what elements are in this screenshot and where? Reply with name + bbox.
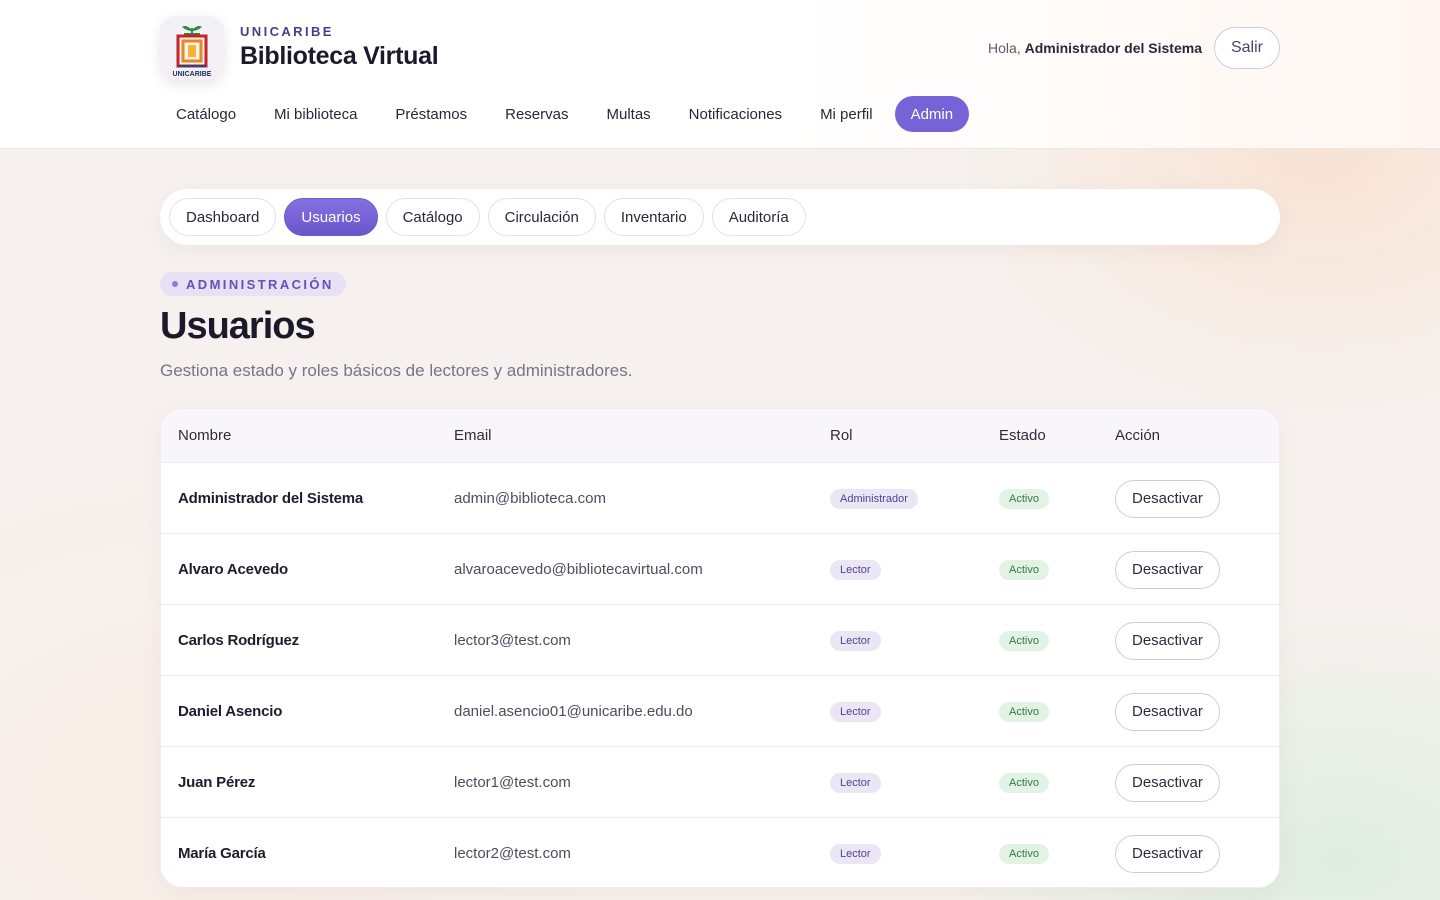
state-cell: Activo	[999, 534, 1049, 605]
deactivate-button[interactable]: Desactivar	[1115, 550, 1220, 589]
book-frame-logo-icon: UNICARIBE	[173, 26, 212, 78]
column-header-estado: Estado	[999, 427, 1046, 444]
action-cell: Desactivar	[1115, 605, 1220, 676]
nav-item-prestamos[interactable]: Préstamos	[379, 96, 483, 132]
column-header-nombre: Nombre	[178, 427, 232, 444]
deactivate-button[interactable]: Desactivar	[1115, 834, 1220, 873]
user-email: daniel.asencio01@unicaribe.edu.do	[454, 703, 693, 720]
eyebrow-label: ADMINISTRACIÓN	[186, 276, 334, 292]
action-cell: Desactivar	[1115, 676, 1220, 747]
user-name: Juan Pérez	[178, 774, 256, 791]
status-badge: Activo	[999, 772, 1049, 793]
role-badge: Administrador	[830, 488, 918, 509]
page-title: Usuarios	[160, 305, 316, 347]
state-cell: Activo	[999, 747, 1049, 818]
deactivate-button[interactable]: Desactivar	[1115, 621, 1220, 660]
action-cell: Desactivar	[1115, 747, 1220, 818]
column-header-email: Email	[454, 427, 492, 444]
tab-auditoria[interactable]: Auditoría	[711, 198, 806, 236]
brand-logo[interactable]: UNICARIBE	[160, 16, 224, 80]
role-cell: Administrador	[830, 463, 918, 534]
deactivate-button[interactable]: Desactivar	[1115, 479, 1220, 518]
table-row: Carlos Rodríguez lector3@test.com Lector…	[161, 605, 1279, 676]
table-row: María García lector2@test.com Lector Act…	[161, 818, 1279, 887]
logout-button[interactable]: Salir	[1214, 27, 1280, 69]
role-badge: Lector	[830, 772, 881, 793]
deactivate-button[interactable]: Desactivar	[1115, 692, 1220, 731]
role-badge: Lector	[830, 701, 881, 722]
role-cell: Lector	[830, 605, 881, 676]
nav-item-notificaciones[interactable]: Notificaciones	[673, 96, 798, 132]
tab-catalogo[interactable]: Catálogo	[385, 198, 480, 236]
role-cell: Lector	[830, 676, 881, 747]
table-header: Nombre Email Rol Estado Acción	[161, 409, 1279, 463]
app-header: UNICARIBE UNICARIBE Biblioteca Virtual H…	[0, 0, 1440, 149]
tab-usuarios[interactable]: Usuarios	[284, 198, 378, 236]
status-badge: Activo	[999, 630, 1049, 651]
nav-item-mi-biblioteca[interactable]: Mi biblioteca	[258, 96, 373, 132]
greeting-prefix: Hola,	[988, 40, 1021, 56]
users-table: Nombre Email Rol Estado Acción Administr…	[160, 408, 1280, 888]
brand-title: Biblioteca Virtual	[240, 42, 439, 70]
action-cell: Desactivar	[1115, 818, 1220, 887]
action-cell: Desactivar	[1115, 534, 1220, 605]
user-email: lector2@test.com	[454, 845, 571, 862]
user-name: Carlos Rodríguez	[178, 632, 299, 649]
status-badge: Activo	[999, 559, 1049, 580]
user-name: Administrador del Sistema	[178, 490, 364, 507]
role-cell: Lector	[830, 534, 881, 605]
role-badge: Lector	[830, 630, 881, 651]
role-cell: Lector	[830, 818, 881, 887]
status-badge: Activo	[999, 701, 1049, 722]
nav-item-catalogo[interactable]: Catálogo	[160, 96, 252, 132]
table-row: Juan Pérez lector1@test.com Lector Activ…	[161, 747, 1279, 818]
table-row: Alvaro Acevedo alvaroacevedo@bibliotecav…	[161, 534, 1279, 605]
page-subtitle: Gestiona estado y roles básicos de lecto…	[160, 361, 633, 380]
tab-inventario[interactable]: Inventario	[603, 198, 704, 236]
user-greeting: Hola, Administrador del Sistema	[988, 40, 1202, 56]
status-badge: Activo	[999, 488, 1049, 509]
action-cell: Desactivar	[1115, 463, 1220, 534]
admin-subnav: Dashboard Usuarios Catálogo Circulación …	[160, 189, 1280, 245]
nav-item-admin[interactable]: Admin	[894, 96, 970, 132]
column-header-rol: Rol	[830, 427, 853, 444]
tab-dashboard[interactable]: Dashboard	[169, 198, 277, 236]
logo-text: UNICARIBE	[173, 71, 212, 78]
deactivate-button[interactable]: Desactivar	[1115, 763, 1220, 802]
status-badge: Activo	[999, 843, 1049, 864]
nav-item-mi-perfil[interactable]: Mi perfil	[804, 96, 889, 132]
user-email: alvaroacevedo@bibliotecavirtual.com	[454, 561, 703, 578]
state-cell: Activo	[999, 463, 1049, 534]
role-cell: Lector	[830, 747, 881, 818]
state-cell: Activo	[999, 818, 1049, 887]
state-cell: Activo	[999, 676, 1049, 747]
table-row: Daniel Asencio daniel.asencio01@unicarib…	[161, 676, 1279, 747]
column-header-accion: Acción	[1115, 427, 1161, 444]
role-badge: Lector	[830, 843, 881, 864]
current-user-name: Administrador del Sistema	[1024, 40, 1202, 56]
state-cell: Activo	[999, 605, 1049, 676]
role-badge: Lector	[830, 559, 881, 580]
eyebrow-dot-icon	[172, 281, 178, 287]
user-name: Alvaro Acevedo	[178, 561, 289, 578]
tab-circulacion[interactable]: Circulación	[487, 198, 596, 236]
table-row: Administrador del Sistema admin@bibliote…	[161, 463, 1279, 534]
brand-kicker: UNICARIBE	[240, 24, 334, 39]
user-email: admin@biblioteca.com	[454, 490, 606, 507]
main-navigation: Catálogo Mi biblioteca Préstamos Reserva…	[160, 96, 975, 132]
section-eyebrow: ADMINISTRACIÓN	[160, 272, 346, 296]
user-email: lector3@test.com	[454, 632, 571, 649]
user-name: Daniel Asencio	[178, 703, 283, 720]
nav-item-multas[interactable]: Multas	[590, 96, 666, 132]
user-email: lector1@test.com	[454, 774, 571, 791]
user-name: María García	[178, 845, 266, 862]
nav-item-reservas[interactable]: Reservas	[489, 96, 584, 132]
